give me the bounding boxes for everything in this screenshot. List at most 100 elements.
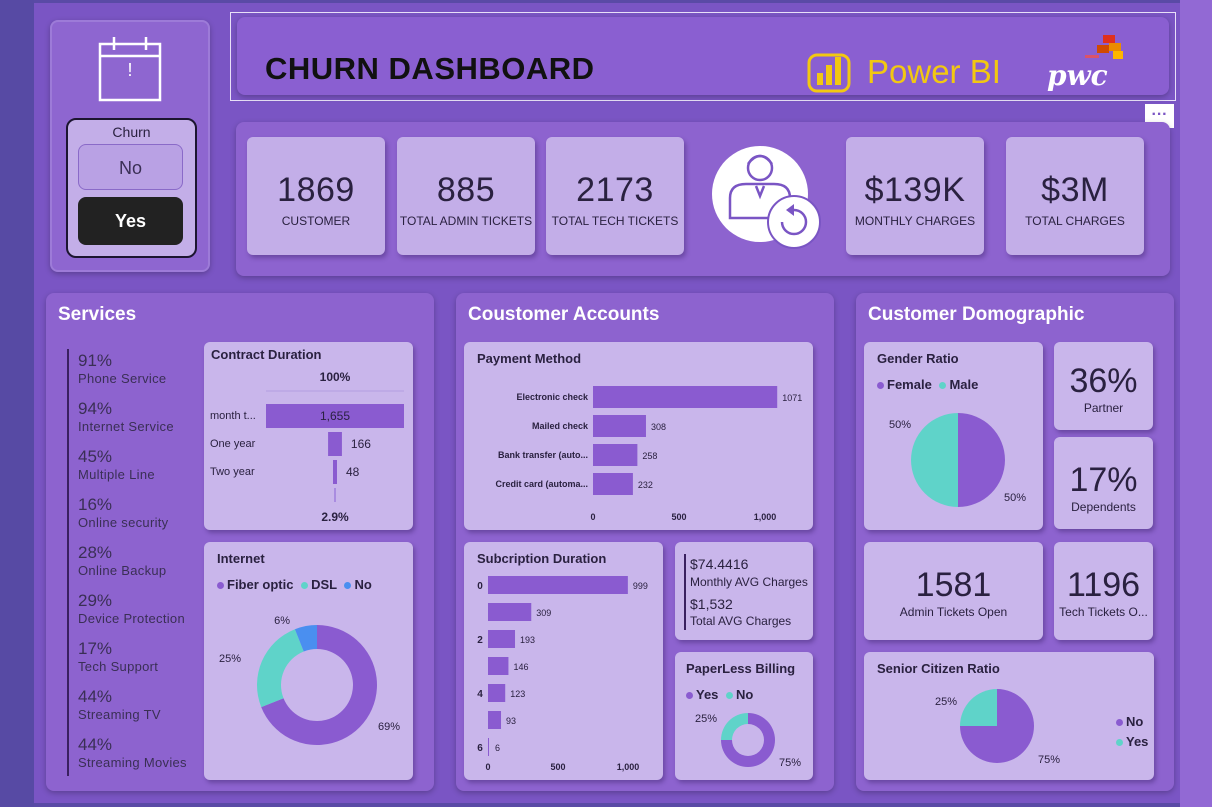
senior-citizen-card: Senior Citizen Ratio No Yes 75% 25% — [864, 652, 1154, 780]
service-label: Online Backup — [78, 563, 167, 578]
gender-pie-chart: 50% 50% — [889, 413, 1026, 507]
slicer-option-yes[interactable]: Yes — [78, 197, 183, 245]
subscription-duration-title: Subcription Duration — [477, 551, 607, 566]
payment-xtick: 0 — [590, 512, 595, 522]
payment-value-label: 1071 — [782, 393, 802, 403]
kpi-total-value: $3M — [1041, 171, 1109, 209]
kpi-admin-tickets: 885 TOTAL ADMIN TICKETS — [397, 137, 535, 255]
dashboard-title: CHURN DASHBOARD — [265, 51, 595, 86]
service-pct: 94% — [78, 399, 113, 418]
dependents-card: 17% Dependents — [1054, 437, 1153, 529]
paperless-donut-chart: 75% 25% — [695, 713, 801, 769]
service-label: Streaming Movies — [78, 755, 187, 770]
sub-value-label: 6 — [495, 743, 500, 753]
pwc-label: pwc — [1047, 59, 1108, 92]
monthly-avg-label: Monthly AVG Charges — [690, 575, 808, 589]
sub-xtick: 0 — [485, 762, 490, 772]
contract-value-label: 48 — [346, 465, 360, 479]
avg-charges-divider — [684, 554, 686, 630]
sub-value-label: 93 — [506, 716, 516, 726]
legend-dsl: DSL — [311, 577, 337, 592]
internet-title: Internet — [217, 551, 265, 566]
sub-value-label: 146 — [513, 662, 528, 672]
gender-slice — [911, 413, 958, 507]
payment-method-title: Payment Method — [477, 351, 582, 366]
legend-dot-no — [344, 582, 352, 590]
contract-duration-title: Contract Duration — [211, 347, 322, 362]
sub-bar — [488, 630, 516, 648]
service-label: Phone Service — [78, 371, 167, 386]
sub-bar — [488, 711, 502, 729]
legend-fiber: Fiber optic — [227, 577, 294, 592]
contract-bottom-label: 2.9% — [321, 510, 349, 524]
kpi-customer-label: CUSTOMER — [281, 214, 351, 228]
powerbi-label: Power BI — [867, 53, 1001, 90]
legend-dot-no — [726, 692, 734, 700]
accounts-title: Coustomer Accounts — [468, 304, 660, 325]
sub-category: 0 — [477, 581, 483, 592]
paperless-legend: Yes No — [686, 687, 753, 702]
gender-slice — [958, 413, 1005, 507]
subscription-duration-chart: 0 9993092 1931464 123936 60 500 1,000 — [477, 576, 648, 772]
contract-duration-card: Contract Duration 100% month t... 1,655 One… — [204, 342, 413, 530]
gender-slice-label: 50% — [1004, 492, 1026, 504]
payment-method-chart: Electronic check 1071 Mailed check 308 Bank … — [495, 386, 802, 522]
kpi-tech-value: 2173 — [576, 171, 654, 209]
contract-value-label: 166 — [351, 437, 371, 451]
service-pct: 16% — [78, 495, 113, 514]
service-pct: 44% — [78, 735, 113, 754]
right-edge — [1180, 0, 1212, 807]
contract-category: month t... — [210, 410, 256, 422]
internet-slice — [257, 629, 304, 708]
service-item: 17% Tech Support — [78, 639, 200, 687]
subscription-duration-card: Subcription Duration 0 999 309 2 193 146 4 123 9… — [464, 542, 663, 780]
kpi-monthly-value: $139K — [864, 171, 966, 209]
sub-category: 6 — [477, 743, 483, 754]
legend-male: Male — [949, 377, 979, 392]
sub-bar — [488, 576, 628, 594]
partner-value: 36% — [1069, 362, 1138, 400]
senior-citizen-title: Senior Citizen Ratio — [877, 661, 1000, 676]
contract-category: One year — [210, 438, 256, 450]
service-label: Online security — [78, 515, 169, 530]
admin-tickets-open-card: 1581 Admin Tickets Open — [864, 542, 1043, 640]
legend-no: No — [1126, 714, 1144, 729]
senior-slice — [960, 689, 997, 726]
contract-value-label: 1,655 — [320, 409, 350, 423]
legend-no: No — [736, 687, 754, 702]
sub-xtick: 1,000 — [617, 762, 640, 772]
header-box: CHURN DASHBOARD Power BI pwc — [230, 12, 1176, 101]
total-avg-value: $1,532 — [690, 596, 733, 612]
service-pct: 44% — [78, 687, 113, 706]
paperless-slice-label: 25% — [695, 713, 717, 725]
legend-dot-yes — [1116, 739, 1123, 747]
service-item: 29% Device Protection — [78, 591, 200, 639]
gender-ratio-card: Gender Ratio Female Male 50% 50% — [864, 342, 1043, 530]
kpi-customer-value: 1869 — [277, 171, 355, 209]
total-avg-label: Total AVG Charges — [690, 614, 792, 628]
calendar-mark: ! — [127, 60, 133, 80]
sub-bar — [488, 738, 489, 756]
payment-xtick: 500 — [671, 512, 686, 522]
contract-top-label: 100% — [320, 370, 351, 384]
kpi-monthly-label: MONTHLY CHARGES — [854, 214, 976, 228]
service-pct: 17% — [78, 639, 113, 658]
service-pct: 28% — [78, 543, 113, 562]
payment-value-label: 258 — [642, 451, 657, 461]
payment-bar — [593, 473, 633, 495]
tech-tickets-open-card: 1196 Tech Tickets O... — [1054, 542, 1153, 640]
senior-slice-label: 25% — [935, 696, 957, 708]
filter-panel: ! Churn No Yes — [50, 20, 210, 272]
demographic-title: Customer Domographic — [868, 304, 1085, 325]
sub-bar — [488, 657, 509, 675]
admin-tickets-open-value: 1581 — [915, 566, 992, 604]
payment-category: Electronic check — [516, 392, 589, 402]
internet-slice-label: 25% — [219, 653, 241, 665]
senior-slice-label: 75% — [1038, 754, 1060, 766]
gender-slice-label: 50% — [889, 419, 911, 431]
sub-category: 2 — [477, 635, 483, 646]
slicer-title: Churn — [112, 124, 151, 140]
service-label: Multiple Line — [78, 467, 155, 482]
slicer-option-no[interactable]: No — [78, 144, 183, 190]
payment-method-card: Payment Method Electronic check 1071 Maile… — [464, 342, 813, 530]
